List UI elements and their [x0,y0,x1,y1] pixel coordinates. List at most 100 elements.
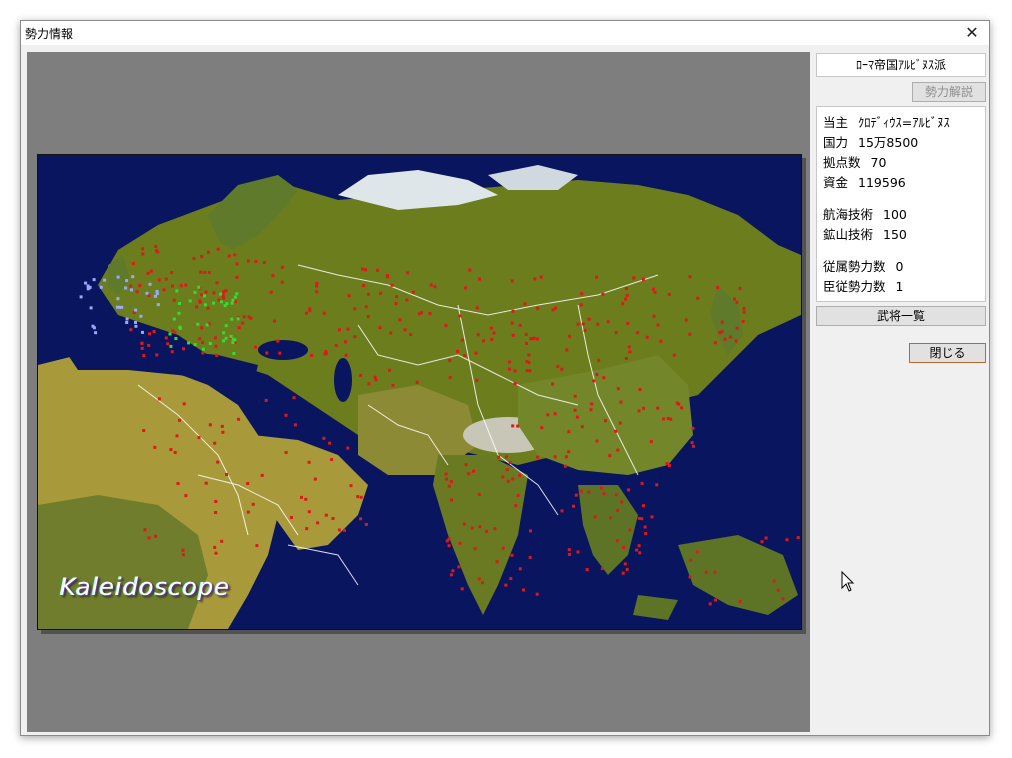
city-marker[interactable] [308,307,312,311]
city-marker[interactable] [359,495,363,499]
city-marker[interactable] [364,268,368,272]
city-marker[interactable] [212,301,216,305]
city-marker[interactable] [708,602,712,606]
city-marker[interactable] [635,548,639,552]
city-marker[interactable] [470,526,474,530]
city-marker[interactable] [178,326,182,330]
city-marker[interactable] [514,504,518,508]
city-marker[interactable] [315,282,319,285]
city-marker[interactable] [330,458,334,461]
city-marker[interactable] [204,481,208,485]
city-marker[interactable] [172,298,176,302]
city-marker[interactable] [420,311,423,315]
city-marker[interactable] [406,271,410,275]
city-marker[interactable] [391,383,395,387]
city-marker[interactable] [237,417,241,421]
city-marker[interactable] [203,271,207,274]
city-marker[interactable] [481,581,484,585]
city-marker[interactable] [444,472,448,476]
city-marker[interactable] [251,502,255,506]
city-marker[interactable] [688,575,692,579]
city-marker[interactable] [546,413,550,417]
city-marker[interactable] [224,289,228,293]
city-marker[interactable] [689,558,693,562]
city-marker[interactable] [606,320,610,324]
city-marker[interactable] [636,331,640,335]
city-marker[interactable] [213,336,217,340]
city-marker[interactable] [695,550,699,554]
city-marker[interactable] [448,375,452,379]
city-marker[interactable] [622,545,626,549]
city-marker[interactable] [129,328,133,332]
city-marker[interactable] [518,473,521,477]
city-marker[interactable] [201,341,204,344]
city-marker[interactable] [510,279,514,283]
city-marker[interactable] [741,319,745,323]
city-marker[interactable] [595,439,599,443]
city-marker[interactable] [652,314,656,318]
city-marker[interactable] [478,525,482,529]
city-marker[interactable] [656,323,660,327]
city-marker[interactable] [214,500,218,503]
city-marker[interactable] [214,344,218,348]
city-marker[interactable] [450,498,453,502]
city-marker[interactable] [620,500,624,504]
city-marker[interactable] [255,544,259,548]
city-marker[interactable] [181,553,185,557]
city-marker[interactable] [449,573,453,577]
city-marker[interactable] [445,477,449,481]
city-marker[interactable] [353,335,357,339]
city-marker[interactable] [366,315,370,319]
city-marker[interactable] [539,275,543,279]
city-marker[interactable] [237,326,241,330]
city-marker[interactable] [563,464,567,468]
city-marker[interactable] [284,413,288,417]
city-marker[interactable] [214,551,218,555]
city-marker[interactable] [729,335,733,339]
city-marker[interactable] [169,448,173,452]
city-marker[interactable] [138,284,142,288]
city-marker[interactable] [328,441,332,445]
city-marker[interactable] [655,483,659,487]
city-marker[interactable] [147,343,151,347]
city-marker[interactable] [246,482,250,485]
city-marker[interactable] [254,345,257,349]
city-marker[interactable] [460,587,464,591]
city-marker[interactable] [589,408,593,412]
city-marker[interactable] [489,326,493,330]
city-marker[interactable] [616,387,620,391]
city-marker[interactable] [179,284,183,288]
city-marker[interactable] [322,311,326,315]
city-marker[interactable] [474,351,478,355]
city-marker[interactable] [164,277,168,281]
city-marker[interactable] [225,473,229,476]
city-marker[interactable] [103,278,107,282]
city-marker[interactable] [587,317,591,321]
city-marker[interactable] [510,553,514,557]
city-marker[interactable] [205,323,209,327]
city-marker[interactable] [641,277,645,281]
city-marker[interactable] [718,331,722,335]
city-marker[interactable] [628,528,632,532]
city-marker[interactable] [223,304,227,308]
city-marker[interactable] [207,270,211,274]
city-marker[interactable] [742,307,746,310]
city-marker[interactable] [568,334,571,338]
city-marker[interactable] [140,346,144,350]
city-marker[interactable] [536,306,540,310]
city-marker[interactable] [193,343,197,347]
city-marker[interactable] [94,331,98,335]
city-marker[interactable] [338,528,341,532]
city-marker[interactable] [785,538,789,542]
city-marker[interactable] [273,319,276,323]
city-marker[interactable] [220,424,224,428]
city-marker[interactable] [199,270,203,274]
city-marker[interactable] [334,343,338,347]
city-marker[interactable] [573,394,577,398]
city-marker[interactable] [738,600,742,603]
city-marker[interactable] [704,570,708,574]
city-marker[interactable] [511,477,515,481]
city-marker[interactable] [624,297,628,301]
city-marker[interactable] [184,494,188,498]
city-marker[interactable] [170,271,174,274]
